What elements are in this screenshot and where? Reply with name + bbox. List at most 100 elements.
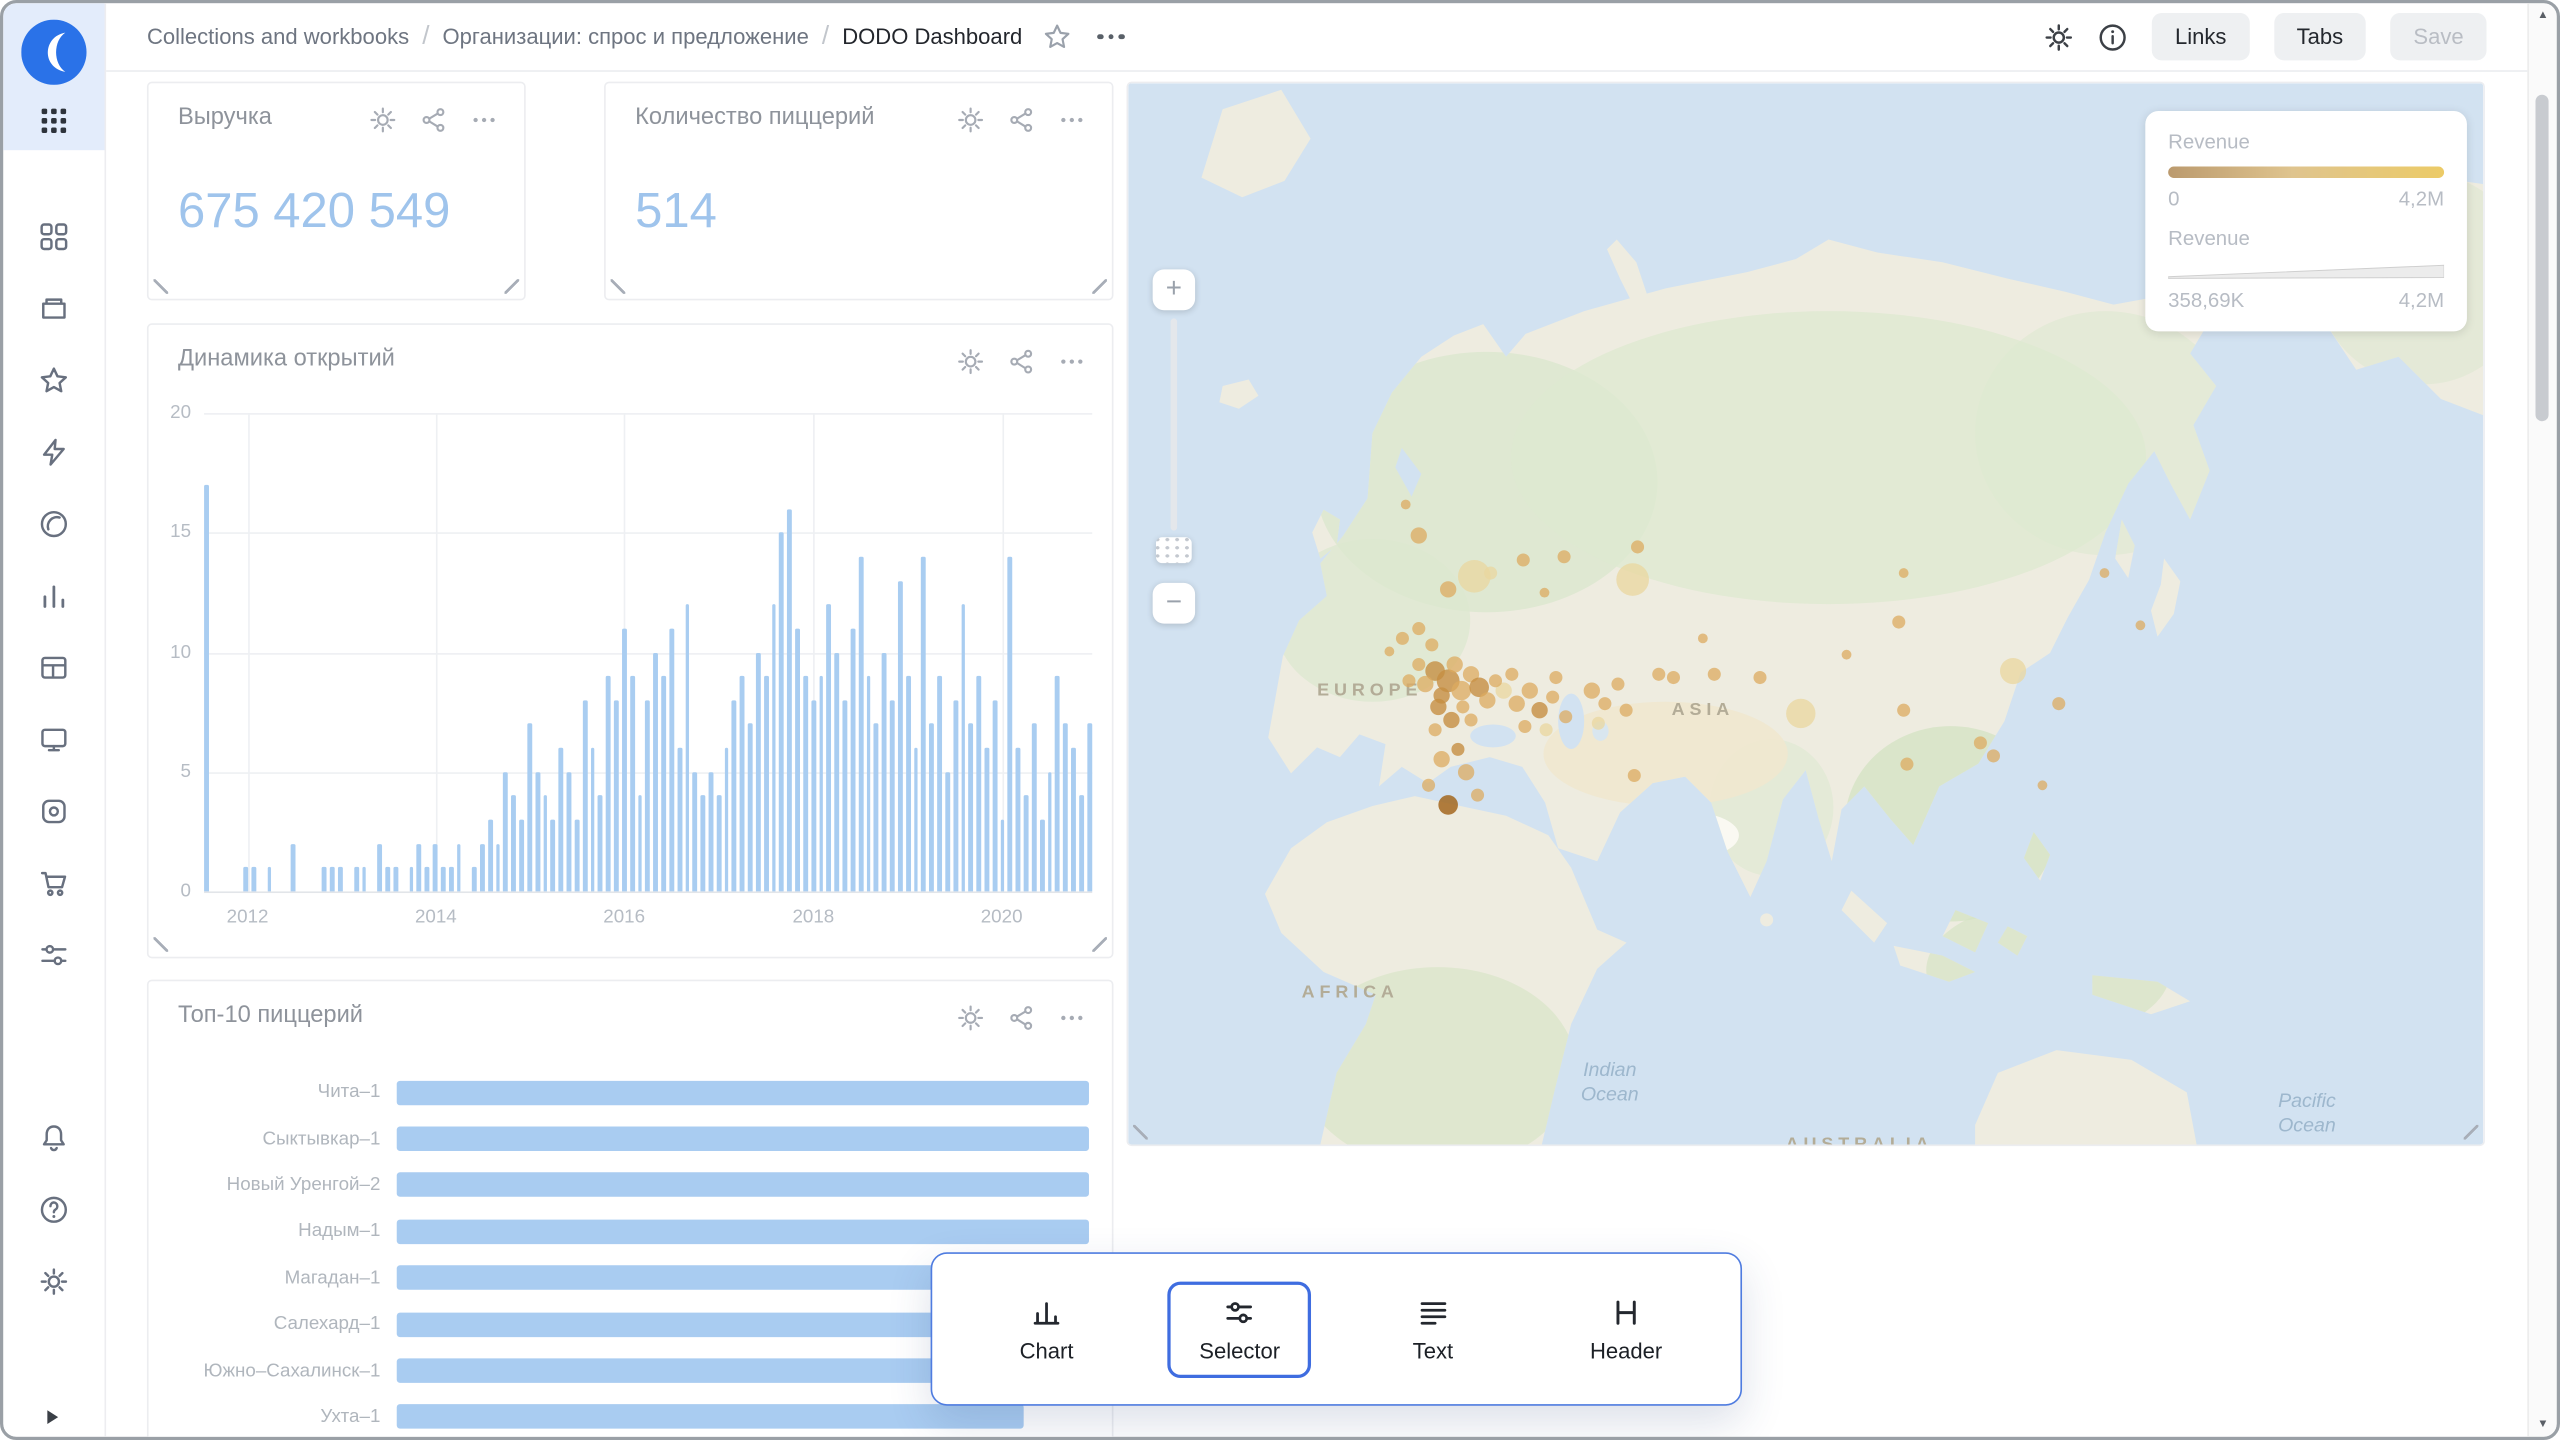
x-tick-label: 2020 <box>981 908 1023 928</box>
sidebar-collapse-icon[interactable] <box>42 1406 62 1426</box>
save-button[interactable]: Save <box>2391 13 2487 60</box>
dashboards-icon[interactable] <box>39 222 68 251</box>
vertical-scrollbar[interactable]: ▲ ▼ <box>2527 3 2556 1436</box>
widget-gear-icon[interactable] <box>957 106 985 134</box>
resize-handle[interactable] <box>611 279 626 294</box>
map-point <box>1616 563 1649 596</box>
zoom-slider-grip-icon[interactable] <box>1156 537 1192 563</box>
widget-gear-icon[interactable] <box>957 348 985 376</box>
zoom-out-button[interactable]: − <box>1153 583 1195 624</box>
resize-handle[interactable] <box>504 279 519 294</box>
dynamics-bar <box>519 820 524 892</box>
resize-handle[interactable] <box>1133 1125 1148 1140</box>
widget-share-icon[interactable] <box>1007 1004 1035 1032</box>
add-selector-label: Selector <box>1199 1338 1280 1362</box>
dynamics-bar <box>425 868 430 892</box>
resize-handle[interactable] <box>2464 1125 2479 1140</box>
widget-more-icon[interactable] <box>1058 106 1086 134</box>
pizzeria-count-value: 514 <box>635 184 717 240</box>
datalens-logo-icon[interactable] <box>21 20 86 85</box>
dynamics-bar <box>661 676 666 891</box>
add-header-button[interactable]: Header <box>1554 1281 1698 1377</box>
apps-grid-icon[interactable] <box>39 106 68 135</box>
add-chart-button[interactable]: Chart <box>975 1281 1119 1377</box>
datalens-service-icon[interactable] <box>39 509 68 538</box>
favorites-star-icon[interactable] <box>39 366 68 395</box>
scrollbar-thumb[interactable] <box>2536 95 2549 422</box>
marketplace-cart-icon[interactable] <box>39 869 68 898</box>
scroll-up-icon[interactable]: ▲ <box>2529 10 2557 21</box>
add-selector-button[interactable]: Selector <box>1168 1281 1312 1377</box>
top10-row: Надым–1 <box>178 1208 1089 1254</box>
top10-bar <box>397 1405 1024 1429</box>
widget-gear-icon[interactable] <box>957 1004 985 1032</box>
tables-icon[interactable] <box>39 653 68 682</box>
resize-handle[interactable] <box>1092 279 1107 294</box>
topbar: Collections and workbooks / Организации: с… <box>104 3 2528 72</box>
y-tick-label: 5 <box>149 762 191 782</box>
widget-share-icon[interactable] <box>1007 106 1035 134</box>
top10-bar <box>397 1080 1089 1104</box>
resize-handle[interactable] <box>1092 937 1107 952</box>
breadcrumb-separator: / <box>822 22 829 51</box>
scroll-down-icon[interactable]: ▼ <box>2529 1419 2557 1430</box>
help-icon[interactable] <box>39 1195 68 1224</box>
dynamics-bar <box>945 772 950 892</box>
widget-pizzeria-count[interactable]: Количество пиццерий 514 <box>604 82 1113 301</box>
map-point <box>1540 723 1553 736</box>
settings-sliders-icon[interactable] <box>39 940 68 969</box>
legend-size-wedge <box>2168 264 2444 279</box>
map-point <box>1443 712 1459 728</box>
settings-gear-icon[interactable] <box>2044 22 2073 51</box>
legend-gradient-min: 0 <box>2168 188 2179 211</box>
widget-more-icon[interactable] <box>1058 1004 1086 1032</box>
widget-gear-icon[interactable] <box>369 106 397 134</box>
dynamics-bar <box>882 652 887 891</box>
widget-title: Выручка <box>178 104 272 130</box>
x-tick-label: 2018 <box>792 908 834 928</box>
header-h-icon <box>1610 1296 1643 1329</box>
connections-bolt-icon[interactable] <box>39 438 68 467</box>
legend-size-min: 358,69K <box>2168 289 2244 312</box>
storage-icon[interactable] <box>39 797 68 826</box>
preferences-gear-icon[interactable] <box>39 1267 68 1296</box>
dynamics-bar <box>527 724 532 891</box>
tabs-button[interactable]: Tabs <box>2274 13 2366 60</box>
map-point <box>1430 699 1446 715</box>
resize-handle[interactable] <box>153 279 168 294</box>
widget-share-icon[interactable] <box>420 106 448 134</box>
zoom-in-button[interactable]: + <box>1153 269 1195 310</box>
add-text-button[interactable]: Text <box>1361 1281 1505 1377</box>
resize-handle[interactable] <box>153 937 168 952</box>
monitoring-icon[interactable] <box>39 725 68 754</box>
breadcrumb-item[interactable]: Организации: спрос и предложение <box>443 24 809 48</box>
links-button[interactable]: Links <box>2152 13 2249 60</box>
zoom-slider-track[interactable] <box>1171 318 1178 530</box>
dynamics-bar <box>685 604 690 891</box>
breadcrumb-item[interactable]: Collections and workbooks <box>147 24 409 48</box>
dynamics-bar <box>559 748 564 891</box>
widget-map[interactable]: EUROPEASIAAFRICAAUSTRALIAIndian OceanPac… <box>1127 82 2485 1146</box>
info-icon[interactable] <box>2098 22 2127 51</box>
collections-icon[interactable] <box>39 294 68 323</box>
charts-icon[interactable] <box>39 581 68 610</box>
gridline <box>204 891 1092 893</box>
widget-share-icon[interactable] <box>1007 348 1035 376</box>
more-icon[interactable] <box>1097 34 1124 40</box>
map-point <box>1484 567 1497 580</box>
dynamics-bar <box>551 820 556 892</box>
dynamics-bar <box>906 676 911 891</box>
notifications-bell-icon[interactable] <box>39 1123 68 1152</box>
favorite-star-icon[interactable] <box>1044 23 1072 51</box>
map-point <box>2100 568 2110 578</box>
y-tick-label: 0 <box>149 882 191 902</box>
widget-revenue[interactable]: Выручка 675 420 549 <box>147 82 526 301</box>
widget-title: Динамика открытий <box>178 346 395 372</box>
widget-more-icon[interactable] <box>470 106 498 134</box>
map-point <box>1786 699 1815 728</box>
map-point <box>1422 779 1435 792</box>
breadcrumb-item[interactable]: DODO Dashboard <box>842 24 1022 48</box>
widget-more-icon[interactable] <box>1058 348 1086 376</box>
map-zoom-control: + − <box>1153 269 1195 623</box>
widget-openings-dynamics[interactable]: Динамика открытий <box>147 323 1114 958</box>
